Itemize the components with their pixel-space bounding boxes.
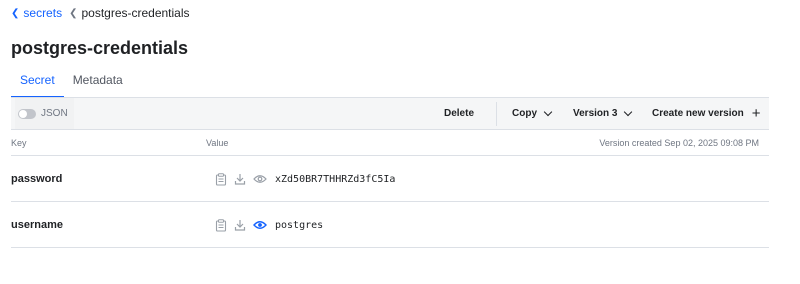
- secret-value: xZd50BR7THHRZd3fC5Ia: [275, 173, 396, 185]
- clipboard-icon[interactable]: [215, 218, 227, 232]
- create-version-label: Create new version: [652, 108, 744, 119]
- clipboard-icon[interactable]: [215, 172, 227, 186]
- row-actions: [215, 202, 267, 248]
- breadcrumb-current: postgres-credentials: [81, 6, 190, 20]
- table-row: password xZd50BR7THHRZd3fC5Ia: [11, 156, 769, 202]
- tab-bar: Secret Metadata: [11, 70, 769, 98]
- breadcrumb: ❮ secrets ❮ postgres-credentials: [11, 6, 190, 20]
- breadcrumb-link-secrets[interactable]: secrets: [23, 6, 62, 20]
- tab-metadata[interactable]: Metadata: [64, 70, 132, 98]
- version-created-text: Version created Sep 02, 2025 09:08 PM: [599, 138, 759, 148]
- delete-button[interactable]: Delete: [444, 98, 474, 129]
- json-toggle-label: JSON: [41, 108, 68, 119]
- json-toggle[interactable]: JSON: [15, 98, 74, 129]
- plus-icon: +: [751, 105, 761, 122]
- toggle-switch[interactable]: [18, 108, 36, 119]
- copy-dropdown-button[interactable]: Copy: [512, 98, 553, 129]
- eye-icon[interactable]: [253, 220, 267, 230]
- chevron-left-icon: ❮: [11, 7, 20, 19]
- create-new-version-button[interactable]: Create new version +: [652, 98, 760, 129]
- version-label: Version 3: [573, 108, 618, 119]
- eye-icon[interactable]: [253, 174, 267, 184]
- table-row: username postgres: [11, 202, 769, 248]
- copy-label: Copy: [512, 108, 537, 119]
- secret-key: password: [11, 173, 63, 185]
- chevron-down-icon: [624, 107, 633, 117]
- secret-value: postgres: [275, 219, 324, 231]
- chevron-down-icon: [543, 107, 553, 117]
- toolbar-divider: [496, 102, 497, 126]
- column-header-key: Key: [11, 138, 27, 148]
- chevron-left-icon: ❮: [69, 7, 78, 19]
- column-header-value: Value: [206, 138, 229, 148]
- page-title: postgres-credentials: [11, 38, 189, 58]
- row-actions: [215, 156, 267, 202]
- secret-toolbar: JSON Delete Copy Version 3 Create new ve…: [11, 97, 769, 130]
- download-icon[interactable]: [234, 219, 246, 231]
- delete-label: Delete: [444, 108, 475, 119]
- secret-key: username: [11, 219, 63, 231]
- download-icon[interactable]: [234, 173, 246, 185]
- tab-secret[interactable]: Secret: [11, 70, 64, 98]
- version-dropdown-button[interactable]: Version 3: [573, 98, 633, 129]
